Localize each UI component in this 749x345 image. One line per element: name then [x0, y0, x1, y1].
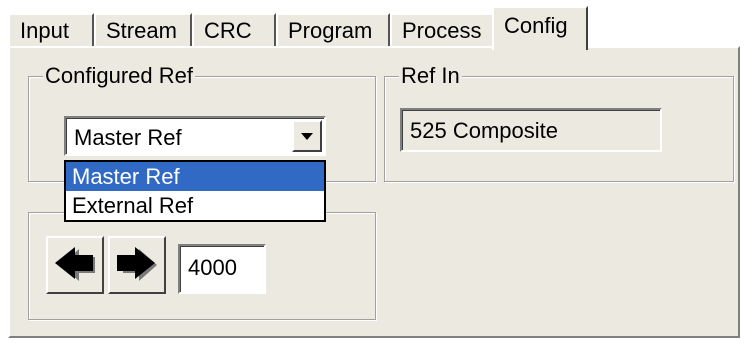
tab-config-label: Config [504, 13, 568, 38]
option-master-ref[interactable]: Master Ref [66, 162, 324, 191]
configured-ref-dropdown-list: Master Ref External Ref [64, 160, 326, 222]
option-external-ref[interactable]: External Ref [66, 191, 324, 220]
pid-increment-button[interactable] [108, 236, 166, 294]
configured-ref-value: Master Ref [74, 125, 182, 150]
pid-input[interactable]: 4000 [178, 244, 266, 294]
right-arrow-icon [117, 247, 157, 281]
tab-crc[interactable]: CRC [192, 13, 276, 47]
left-arrow-icon [55, 247, 95, 281]
tab-process-label: Process [402, 18, 482, 43]
dropdown-button[interactable] [292, 120, 322, 152]
tab-strip: Input Stream CRC Program Process Config [8, 4, 740, 50]
tab-config[interactable]: Config [492, 6, 588, 50]
tab-stream[interactable]: Stream [94, 13, 192, 47]
tab-input[interactable]: Input [8, 13, 94, 47]
tab-program[interactable]: Program [276, 13, 390, 47]
tab-crc-label: CRC [204, 18, 252, 43]
chevron-down-icon [301, 133, 313, 140]
configured-ref-combobox[interactable]: Master Ref [64, 116, 326, 156]
tab-input-label: Input [20, 18, 69, 43]
ref-in-field: 525 Composite [400, 108, 662, 152]
tab-process[interactable]: Process [390, 13, 494, 47]
pid-decrement-button[interactable] [46, 236, 104, 294]
ref-in-label: Ref In [399, 62, 462, 90]
pid-value: 4000 [188, 255, 237, 280]
ref-in-value: 525 Composite [410, 118, 558, 143]
tab-stream-label: Stream [106, 18, 177, 43]
tab-program-label: Program [288, 18, 373, 43]
configured-ref-label: Configured Ref [43, 62, 195, 90]
